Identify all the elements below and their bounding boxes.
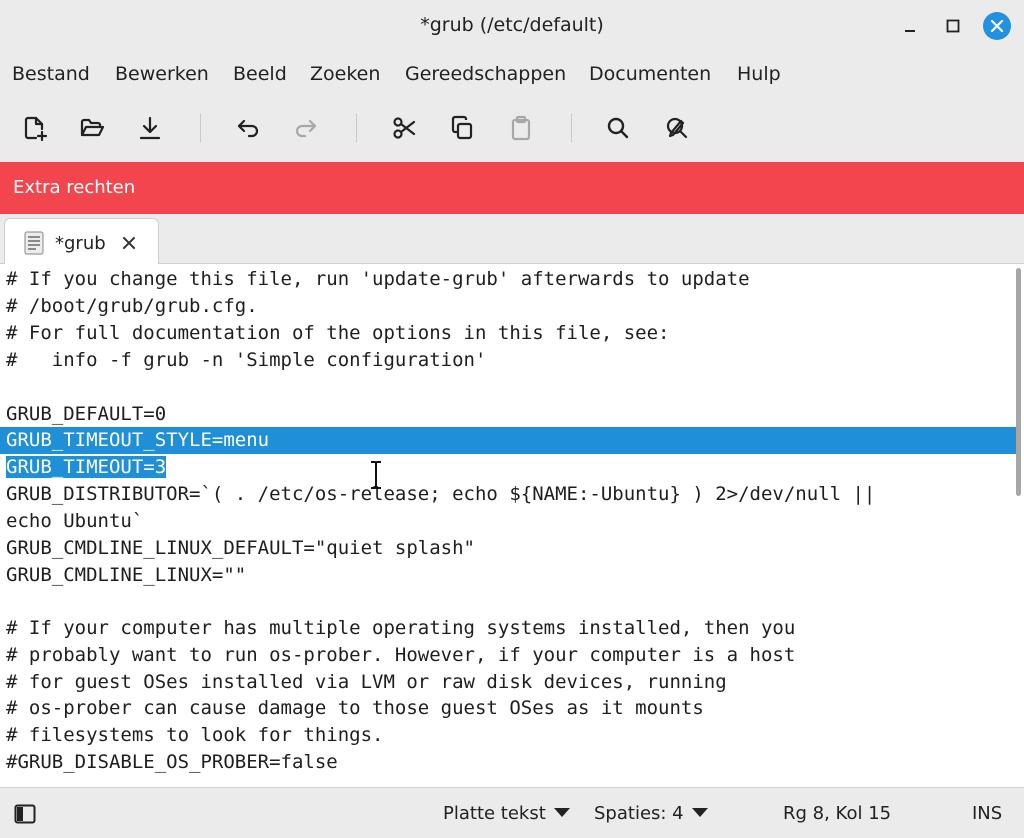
toolbar-separator — [356, 114, 357, 142]
undo-button[interactable] — [232, 112, 264, 144]
tab-close-icon[interactable] — [120, 234, 138, 252]
close-icon — [990, 19, 1004, 33]
new-document-button[interactable] — [19, 112, 51, 144]
redo-button[interactable] — [290, 112, 322, 144]
redo-icon — [295, 119, 317, 138]
undo-icon — [237, 119, 259, 138]
minimize-icon — [905, 30, 915, 32]
text-editor[interactable]: # If you change this file, run 'update-g… — [0, 264, 1024, 787]
copy-icon — [451, 115, 473, 140]
search-icon — [607, 117, 629, 139]
minimize-button[interactable] — [896, 12, 924, 40]
side-panel-icon — [14, 804, 36, 824]
menu-gereedschappen[interactable]: Gereedschappen — [405, 63, 566, 85]
new-document-icon — [24, 116, 48, 142]
editor-line-partial-selected: GRUB_TIMEOUT=3 — [0, 454, 1016, 481]
editor-line: # filesystems to look for things. — [6, 724, 384, 746]
maximize-button[interactable] — [939, 12, 967, 40]
menu-zoeken[interactable]: Zoeken — [310, 63, 380, 85]
cursor-position[interactable]: Rg 8, Kol 15 — [783, 803, 891, 824]
syntax-label: Platte tekst — [443, 803, 546, 824]
chevron-down-icon — [553, 808, 570, 817]
menu-hulp[interactable]: Hulp — [737, 63, 781, 85]
status-bar: Platte tekst Spaties: 4 Rg 8, Kol 15 INS — [0, 787, 1024, 838]
selected-text: GRUB_TIMEOUT=3 — [6, 456, 167, 478]
toolbar-separator — [200, 114, 201, 142]
chevron-down-icon — [691, 808, 708, 817]
cut-button[interactable] — [388, 112, 420, 144]
title-bar: *grub (/etc/default) — [0, 0, 1024, 52]
editor-line: # for guest OSes installed via LVM or ra… — [6, 671, 727, 693]
tab-bar: *grub — [0, 214, 1024, 265]
close-window-button[interactable] — [983, 12, 1011, 40]
save-button[interactable] — [134, 112, 166, 144]
tab-grub[interactable]: *grub — [4, 218, 159, 265]
editor-line: # probably want to run os-prober. Howeve… — [6, 644, 796, 666]
editor-line: # If your computer has multiple operatin… — [6, 617, 796, 639]
toolbar-separator — [571, 114, 572, 142]
window-title: *grub (/etc/default) — [420, 14, 604, 36]
open-button[interactable] — [76, 112, 108, 144]
search-button[interactable] — [602, 112, 634, 144]
copy-button[interactable] — [446, 112, 478, 144]
cut-icon — [393, 117, 416, 139]
indent-label: Spaties: 4 — [594, 803, 684, 824]
toolbar — [0, 94, 1024, 162]
editor-line: #GRUB_DISABLE_OS_PROBER=false — [6, 751, 338, 773]
infobar-text: Extra rechten — [13, 177, 136, 198]
editor-line: # info -f grub -n 'Simple configuration' — [6, 349, 487, 371]
menu-bewerken[interactable]: Bewerken — [115, 63, 209, 85]
menu-bar: Bestand Bewerken Beeld Zoeken Gereedscha… — [0, 52, 1024, 94]
editor-scrollbar[interactable] — [1016, 268, 1021, 496]
editor-line: GRUB_DISTRIBUTOR=`( . /etc/os-release; e… — [6, 483, 876, 505]
side-panel-button[interactable] — [10, 800, 40, 828]
save-download-icon — [139, 116, 161, 140]
menu-bestand[interactable]: Bestand — [12, 63, 90, 85]
editor-line: GRUB_CMDLINE_LINUX_DEFAULT="quiet splash… — [6, 537, 475, 559]
syntax-dropdown[interactable]: Platte tekst — [443, 803, 570, 824]
editor-line: echo Ubuntu` — [6, 510, 144, 532]
editor-line: # For full documentation of the options … — [6, 322, 670, 344]
insert-mode: INS — [972, 803, 1003, 824]
editor-line-selected: GRUB_TIMEOUT_STYLE=menu — [0, 427, 1016, 454]
privileges-infobar: Extra rechten — [0, 162, 1024, 214]
paste-button[interactable] — [505, 112, 537, 144]
text-document-icon — [24, 231, 44, 255]
search-replace-button[interactable] — [660, 112, 692, 144]
editor-line: GRUB_DEFAULT=0 — [6, 403, 167, 425]
menu-beeld[interactable]: Beeld — [233, 63, 287, 85]
indent-dropdown[interactable]: Spaties: 4 — [594, 803, 708, 824]
editor-line: # os-prober can cause damage to those gu… — [6, 697, 704, 719]
paste-icon — [511, 115, 531, 141]
tab-label: *grub — [55, 233, 106, 254]
maximize-icon — [946, 19, 960, 33]
editor-line: # /boot/grub/grub.cfg. — [6, 295, 258, 317]
editor-line: GRUB_CMDLINE_LINUX="" — [6, 564, 247, 586]
menu-documenten[interactable]: Documenten — [589, 63, 711, 85]
open-folder-icon — [80, 118, 105, 137]
editor-line: # If you change this file, run 'update-g… — [6, 268, 750, 290]
search-replace-icon — [666, 117, 688, 139]
text-cursor-icon — [371, 461, 381, 489]
